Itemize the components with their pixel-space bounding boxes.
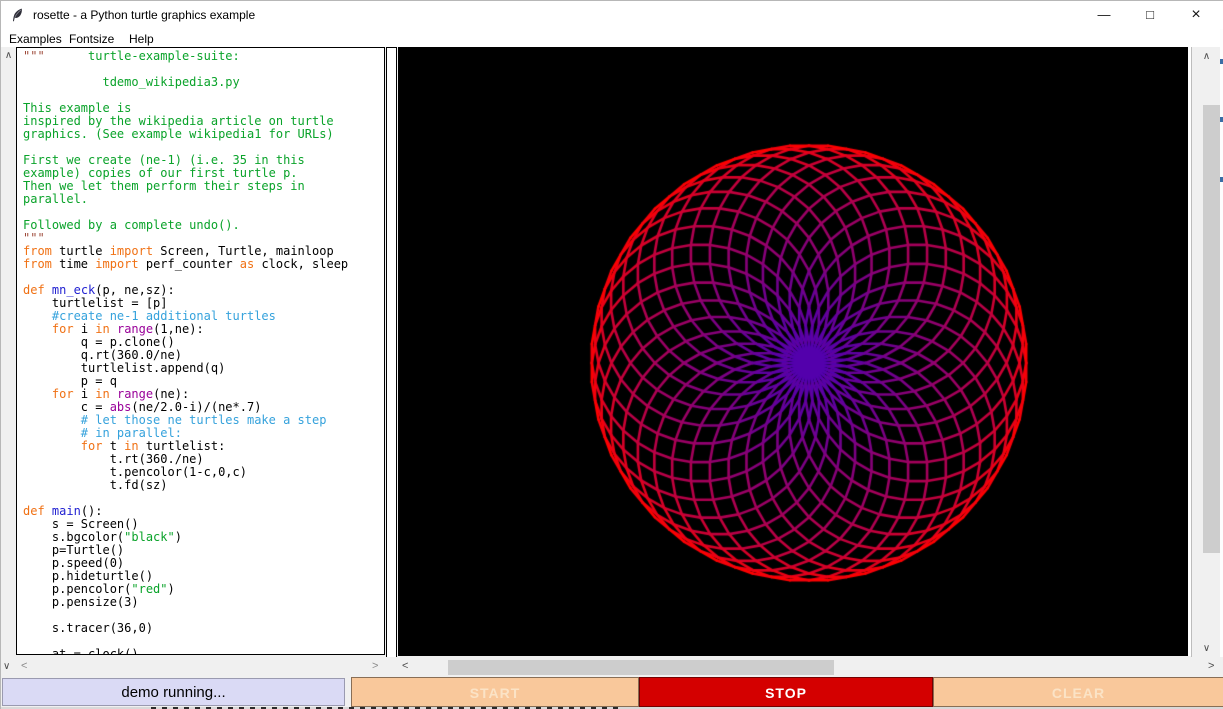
tk-feather-icon xyxy=(10,7,25,23)
minimize-button[interactable]: — xyxy=(1081,1,1127,29)
stop-button[interactable]: STOP xyxy=(639,677,933,707)
code-inner-vscrollbar[interactable] xyxy=(386,47,397,677)
scroll-up-icon[interactable]: ∧ xyxy=(1199,51,1214,62)
code-outer-vscrollbar[interactable]: ∧ xyxy=(1,47,16,657)
scroll-down-icon[interactable]: ∨ xyxy=(1199,643,1214,654)
title-bar: rosette - a Python turtle graphics examp… xyxy=(1,1,1223,29)
code-scroll-left-icon[interactable]: < xyxy=(21,660,27,672)
menu-fontsize[interactable]: Fontsize xyxy=(66,31,117,47)
canvas-scroll-right-icon[interactable]: > xyxy=(1208,660,1214,672)
canvas-vscroll-thumb[interactable] xyxy=(1203,105,1220,553)
scroll-up-icon[interactable]: ∧ xyxy=(1,50,16,61)
code-text: """ turtle-example-suite: tdemo_wikipedi… xyxy=(23,50,348,655)
code-scroll-right-icon[interactable]: > xyxy=(372,660,378,672)
canvas-scroll-left-icon[interactable]: < xyxy=(402,660,408,672)
turtledemo-window: rosette - a Python turtle graphics examp… xyxy=(0,0,1223,709)
status-label: demo running... xyxy=(2,678,345,706)
hscroll-row: ∨ < > < > xyxy=(1,657,1223,677)
menu-examples[interactable]: Examples xyxy=(6,31,65,47)
scroll-down-icon[interactable]: ∨ xyxy=(3,661,10,672)
canvas-vscrollbar[interactable]: ∧ ∨ xyxy=(1191,47,1220,657)
close-button[interactable]: × xyxy=(1173,1,1219,29)
maximize-button[interactable]: □ xyxy=(1127,1,1173,29)
start-button[interactable]: START xyxy=(351,677,639,707)
source-code-pane[interactable]: """ turtle-example-suite: tdemo_wikipedi… xyxy=(16,47,385,655)
menu-help[interactable]: Help xyxy=(126,31,157,47)
graphics-canvas-frame xyxy=(398,47,1191,656)
canvas-hscrollbar[interactable] xyxy=(414,658,1204,675)
menu-bar: Examples Fontsize Help xyxy=(1,29,1223,47)
turtle-canvas xyxy=(398,47,1188,656)
clear-button[interactable]: CLEAR xyxy=(933,677,1223,707)
canvas-hscroll-thumb[interactable] xyxy=(448,660,834,675)
window-title: rosette - a Python turtle graphics examp… xyxy=(33,8,255,22)
control-bar: demo running... START STOP CLEAR xyxy=(1,677,1223,707)
